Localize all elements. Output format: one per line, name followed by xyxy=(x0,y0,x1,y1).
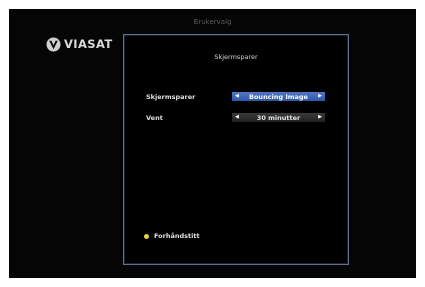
yellow-button-dot-icon xyxy=(144,233,149,239)
arrow-right-icon[interactable]: ▶ xyxy=(318,115,322,120)
setting-label-screensaver: Skjermsparer xyxy=(146,93,196,101)
screensaver-selector[interactable]: ◀ Bouncing Image ▶ xyxy=(232,92,325,101)
panel-title: Skjermsparer xyxy=(214,53,258,61)
tv-screen: Brukervalg VIASAT Skjermsparer Skjermspa… xyxy=(9,9,416,278)
screensaver-value: Bouncing Image xyxy=(249,92,308,101)
viasat-v-logo-icon xyxy=(46,37,61,51)
logo-text: VIASAT xyxy=(64,37,113,51)
screensaver-panel: Skjermsparer Skjermsparer ◀ Bouncing Ima… xyxy=(123,34,349,265)
setting-label-wait: Vent xyxy=(146,114,163,122)
viasat-logo: VIASAT xyxy=(46,36,113,52)
preview-label: Forhåndstitt xyxy=(154,232,200,240)
wait-selector[interactable]: ◀ 30 minutter ▶ xyxy=(232,113,325,122)
page-title: Brukervalg xyxy=(193,18,232,26)
wait-value: 30 minutter xyxy=(256,113,301,122)
preview-hint[interactable]: Forhåndstitt xyxy=(144,232,200,240)
arrow-right-icon[interactable]: ▶ xyxy=(318,94,322,99)
